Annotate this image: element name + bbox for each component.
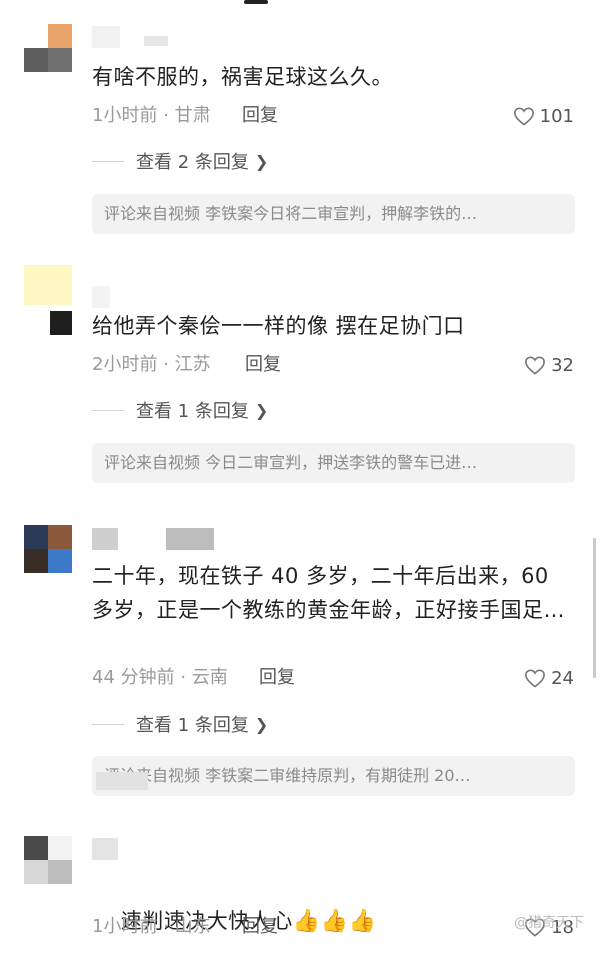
- watermark: @猎奇天下: [514, 915, 584, 931]
- top-indicator: [244, 0, 268, 4]
- expand-replies[interactable]: 查看 1 条回复 ❯: [92, 397, 268, 423]
- avatar[interactable]: [24, 24, 72, 72]
- avatar[interactable]: [24, 836, 72, 884]
- video-source-link[interactable]: 评论来自视频 李铁案今日将二审宣判，押解李铁的…: [92, 194, 575, 234]
- thumbs-up-emoji: 👍👍👍: [292, 909, 377, 934]
- comment-text: 有啥不服的，祸害足球这么久。: [92, 65, 393, 89]
- reply-button[interactable]: 回复: [259, 665, 295, 691]
- like-count: 24: [551, 667, 574, 689]
- redaction-mosaic: [96, 772, 148, 790]
- reply-button[interactable]: 回复: [242, 103, 278, 129]
- expand-replies[interactable]: 查看 2 条回复 ❯: [92, 148, 268, 174]
- like-button[interactable]: 101: [513, 103, 574, 129]
- video-source-link[interactable]: 评论来自视频 今日二审宣判，押送李铁的警车已进…: [92, 443, 575, 483]
- chevron-right-icon: ❯: [254, 151, 269, 171]
- heart-outline-icon: [513, 106, 535, 126]
- chevron-right-icon: ❯: [254, 400, 269, 420]
- comment-meta: 44 分钟前 · 云南: [92, 667, 228, 688]
- like-count: 32: [551, 354, 574, 376]
- divider: [92, 723, 124, 725]
- divider: [92, 160, 124, 162]
- video-source-link[interactable]: 评论来自视频 李铁案二审维持原判，有期徒刑 20…: [92, 756, 575, 796]
- chevron-right-icon: ❯: [254, 714, 269, 734]
- comment-meta: 1小时前 · 甘肃: [92, 105, 211, 126]
- expand-label: 查看 2 条回复: [136, 152, 249, 173]
- like-button[interactable]: 24: [524, 665, 574, 691]
- expand-replies[interactable]: 查看 1 条回复 ❯: [92, 711, 268, 737]
- divider: [92, 409, 124, 411]
- avatar[interactable]: [24, 265, 72, 335]
- comment-meta: 1小时前 · 山东: [92, 916, 211, 937]
- avatar[interactable]: [24, 525, 72, 573]
- comment-text: 二十年，现在铁子 40 多岁，二十年后出来，60 多岁，正是一个教练的黄金年龄，…: [92, 564, 565, 622]
- heart-outline-icon: [524, 668, 546, 688]
- reply-button[interactable]: 回复: [242, 914, 278, 940]
- like-count: 101: [539, 105, 574, 127]
- like-button[interactable]: 32: [524, 352, 574, 378]
- heart-outline-icon: [524, 355, 546, 375]
- expand-label: 查看 1 条回复: [136, 401, 249, 422]
- comment-text: 给他弄个秦侩一一样的像 摆在足协门口: [92, 314, 465, 338]
- scrollbar[interactable]: [593, 538, 596, 678]
- reply-button[interactable]: 回复: [245, 352, 281, 378]
- comment-meta: 2小时前 · 江苏: [92, 354, 211, 375]
- expand-label: 查看 1 条回复: [136, 715, 249, 736]
